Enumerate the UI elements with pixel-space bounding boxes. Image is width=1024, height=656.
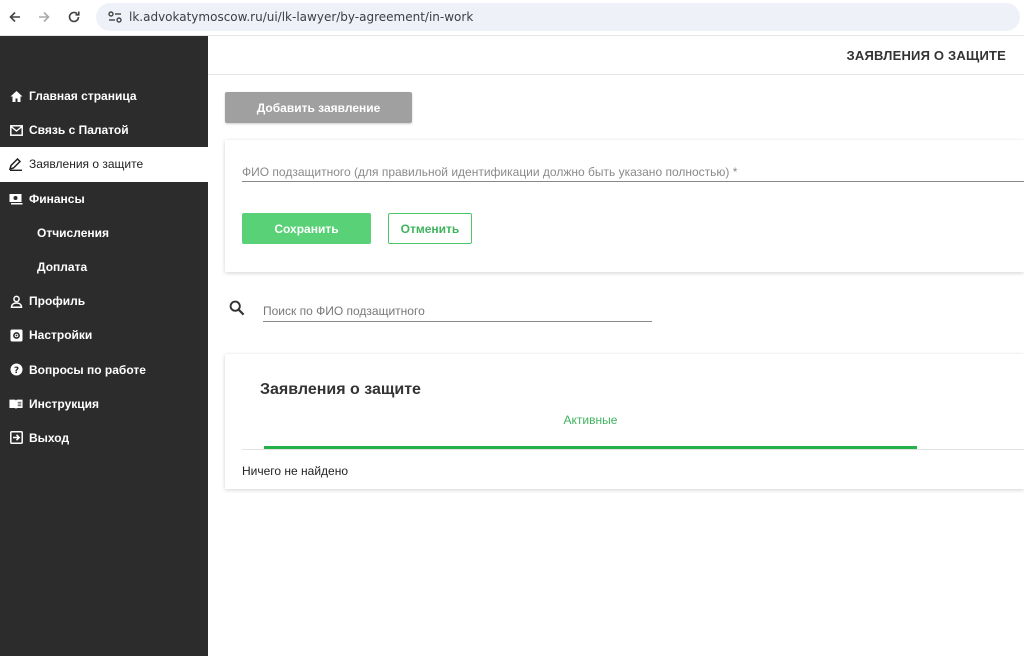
page-header: ЗАЯВЛЕНИЯ О ЗАЩИТЕ <box>208 36 1024 75</box>
sidebar-item-contact[interactable]: Связь с Палатой <box>0 113 208 147</box>
forward-arrow-icon <box>39 11 50 23</box>
back-button[interactable] <box>4 6 26 28</box>
browser-toolbar: lk.advokatymoscow.ru/ui/lk-lawyer/by-agr… <box>0 0 1024 36</box>
page-title: ЗАЯВЛЕНИЯ О ЗАЩИТЕ <box>846 48 1006 63</box>
sidebar-item-label: Настройки <box>29 328 93 343</box>
sidebar-item-label: Финансы <box>29 191 85 206</box>
forward-button[interactable] <box>33 6 55 28</box>
sidebar-item-label: Заявления о защите <box>29 157 144 172</box>
reload-icon <box>68 11 80 23</box>
sidebar-item-label: Доплата <box>37 260 88 275</box>
site-info-icon[interactable] <box>106 9 124 25</box>
url-text: lk.advokatymoscow.ru/ui/lk-lawyer/by-agr… <box>129 10 474 24</box>
user-icon <box>9 294 23 308</box>
sidebar-item-label: Отчисления <box>37 225 109 240</box>
home-icon <box>9 89 23 103</box>
address-bar[interactable]: lk.advokatymoscow.ru/ui/lk-lawyer/by-agr… <box>96 3 1020 31</box>
add-application-button[interactable]: Добавить заявление <box>225 92 412 123</box>
money-icon <box>9 192 23 206</box>
settings-icon <box>9 328 23 342</box>
sidebar-item-instructions[interactable]: Инструкция <box>0 387 208 421</box>
search-input[interactable] <box>263 300 652 322</box>
sidebar-item-label: Главная страница <box>29 89 137 104</box>
mail-icon <box>9 123 23 137</box>
logout-icon <box>9 431 23 445</box>
application-form-card: Сохранить Отменить <box>225 140 1024 272</box>
sidebar-item-profile[interactable]: Профиль <box>0 284 208 318</box>
sidebar-item-label: Инструкция <box>29 396 100 411</box>
divider <box>242 449 1024 450</box>
sidebar-item-questions[interactable]: ? Вопросы по работе <box>0 353 208 387</box>
sidebar-item-label: Связь с Палатой <box>29 123 129 138</box>
empty-state-text: Ничего не найдено <box>242 464 349 478</box>
back-arrow-icon <box>9 11 20 23</box>
search-icon <box>229 300 245 316</box>
sidebar-item-deductions[interactable]: Отчисления <box>0 216 208 250</box>
sidebar-item-applications[interactable]: Заявления о защите <box>0 147 208 182</box>
svg-text:?: ? <box>13 366 18 376</box>
sidebar-item-label: Вопросы по работе <box>29 362 146 377</box>
help-icon: ? <box>9 363 23 377</box>
sidebar-item-logout[interactable]: Выход <box>0 421 208 455</box>
sidebar: Главная страница Связь с Палатой Заявлен… <box>0 36 208 656</box>
sidebar-item-label: Профиль <box>29 294 86 309</box>
pen-icon <box>9 157 23 171</box>
reload-button[interactable] <box>63 6 85 28</box>
sidebar-item-settings[interactable]: Настройки <box>0 318 208 352</box>
defendant-fio-input[interactable] <box>242 162 1024 182</box>
tab-active-label: Активные <box>563 413 618 427</box>
sidebar-item-home[interactable]: Главная страница <box>0 79 208 113</box>
applications-list-card: Заявления о защите Активные Ничего не на… <box>225 354 1024 489</box>
list-title: Заявления о защите <box>260 381 421 398</box>
tab-active[interactable]: Активные <box>264 410 917 450</box>
save-button[interactable]: Сохранить <box>242 213 371 244</box>
sidebar-menu: Главная страница Связь с Палатой Заявлен… <box>0 79 208 455</box>
sidebar-item-surcharge[interactable]: Доплата <box>0 250 208 284</box>
book-icon <box>9 397 23 411</box>
cancel-button[interactable]: Отменить <box>388 213 472 244</box>
sidebar-item-label: Выход <box>29 430 70 445</box>
sidebar-item-finance[interactable]: Финансы <box>0 182 208 216</box>
